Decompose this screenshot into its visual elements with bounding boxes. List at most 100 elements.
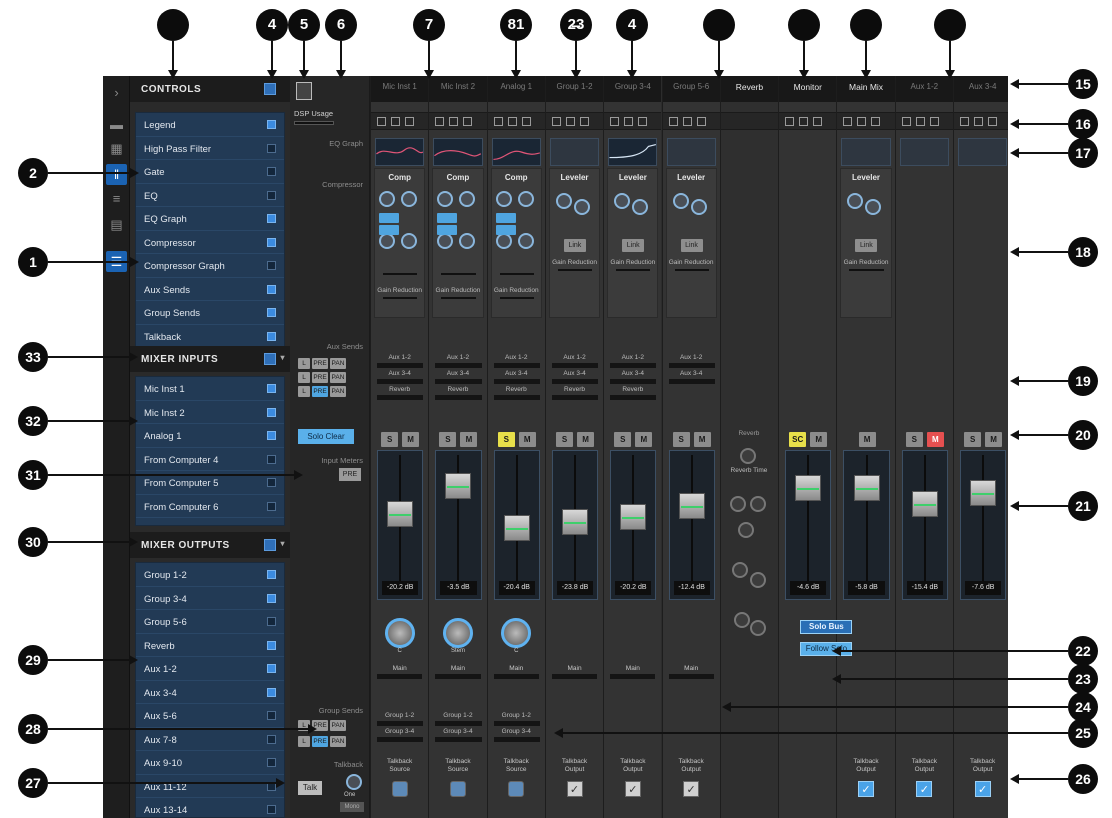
visibility-checkbox[interactable] — [267, 501, 276, 511]
list-item[interactable]: Talkback — [136, 325, 284, 348]
send-pan-button[interactable]: PAN — [330, 358, 346, 369]
mute-button[interactable]: M — [518, 432, 536, 447]
aux-send-level-bar[interactable] — [668, 363, 715, 368]
send-l-button[interactable]: L — [298, 736, 310, 747]
reverb-knob[interactable] — [749, 496, 766, 512]
aux-send-level-bar[interactable] — [493, 395, 540, 400]
solo-clear-button[interactable]: Solo Clear — [298, 429, 354, 444]
send-pre-button[interactable]: PRE — [312, 358, 328, 369]
leveler-knob[interactable] — [672, 193, 689, 209]
bypass-icon[interactable] — [377, 117, 386, 126]
list-item[interactable]: Aux 3-4 — [136, 681, 284, 704]
visibility-checkbox[interactable] — [267, 214, 276, 223]
visibility-checkbox[interactable] — [267, 237, 276, 247]
visibility-checkbox[interactable] — [267, 454, 276, 464]
fader-handle[interactable] — [445, 473, 472, 499]
aux-send-level-bar[interactable] — [610, 379, 657, 384]
eq-graph[interactable] — [899, 138, 949, 166]
visibility-checkbox[interactable] — [267, 640, 276, 650]
visibility-checkbox[interactable] — [267, 261, 276, 270]
visibility-checkbox[interactable] — [267, 711, 276, 720]
solo-button[interactable]: S — [964, 432, 982, 447]
solo-button[interactable]: S — [556, 432, 574, 447]
dynamics-icon[interactable] — [696, 117, 706, 126]
eq-icon[interactable] — [682, 117, 692, 126]
routing-icon[interactable]: ≡ — [106, 188, 127, 209]
comp-knob[interactable] — [437, 233, 454, 249]
solo-button[interactable]: S — [497, 432, 515, 447]
aux-send-level-bar[interactable] — [610, 395, 657, 400]
list-item[interactable]: From Computer 4 — [136, 448, 284, 471]
comp-knob[interactable] — [517, 233, 534, 249]
eq-graph[interactable] — [375, 138, 425, 166]
talk-button[interactable]: Talk — [298, 781, 322, 795]
talkback-checkbox[interactable] — [391, 781, 408, 797]
comp-knob[interactable] — [437, 191, 454, 207]
eq-icon[interactable] — [857, 117, 867, 126]
dynamics-icon[interactable] — [638, 117, 648, 126]
talkback-checkbox[interactable]: ✓ — [858, 781, 875, 797]
visibility-checkbox[interactable] — [267, 284, 276, 294]
send-l-button[interactable]: L — [298, 386, 310, 397]
mute-button[interactable]: M — [402, 432, 420, 447]
mute-button[interactable]: M — [926, 432, 944, 447]
list-item[interactable]: EQ Graph — [136, 207, 284, 231]
channel-name[interactable]: Group 5-6 — [662, 76, 720, 102]
bypass-icon[interactable] — [551, 117, 561, 126]
aux-send-level-bar[interactable] — [493, 379, 540, 384]
aux-send-level-bar[interactable] — [377, 379, 424, 384]
talkback-mono-button[interactable]: Mono — [340, 802, 364, 812]
talkback-checkbox[interactable]: ✓ — [624, 781, 641, 797]
dynamics-icon[interactable] — [463, 117, 473, 126]
list-item[interactable]: Aux 13-14 — [136, 798, 284, 817]
eq-graph[interactable] — [549, 138, 600, 166]
send-pan-button[interactable]: PAN — [330, 372, 346, 383]
visibility-checkbox[interactable] — [267, 525, 276, 526]
aux-send-level-bar[interactable] — [610, 363, 657, 368]
visibility-checkbox[interactable] — [267, 570, 276, 579]
expand-arrow-icon[interactable]: › — [106, 82, 127, 103]
eq-icon[interactable] — [449, 117, 459, 126]
send-pan-button[interactable]: PAN — [330, 386, 346, 397]
leveler-knob[interactable] — [555, 193, 572, 209]
dynamics-icon[interactable] — [871, 117, 881, 126]
comp-knob[interactable] — [495, 191, 512, 207]
leveler-link-button[interactable]: Link — [563, 239, 586, 252]
channel-name[interactable]: Group 1-2 — [545, 76, 604, 102]
mixer-outputs-checkbox[interactable] — [264, 539, 276, 551]
solo-button[interactable]: S — [381, 432, 399, 447]
grid-view-icon[interactable]: ▦ — [106, 138, 127, 159]
dynamics-icon[interactable] — [813, 117, 823, 126]
channel-name[interactable]: Mic Inst 2 — [429, 76, 487, 102]
send-pre-button[interactable]: PRE — [312, 736, 328, 747]
aux-send-level-bar[interactable] — [493, 363, 540, 368]
send-l-button[interactable]: L — [298, 358, 310, 369]
overview-icon[interactable]: ▬ — [106, 114, 127, 135]
fader-handle[interactable] — [678, 493, 705, 519]
send-l-button[interactable]: L — [298, 372, 310, 383]
bypass-icon[interactable] — [843, 117, 853, 126]
mute-button[interactable]: M — [810, 432, 828, 447]
eq-icon[interactable] — [507, 117, 517, 126]
main-assign-bar[interactable] — [493, 674, 539, 679]
list-item[interactable]: Mic Inst 1 — [136, 377, 284, 401]
main-assign-bar[interactable] — [377, 674, 423, 679]
list-item[interactable]: From Computer 7 — [136, 518, 284, 526]
visibility-checkbox[interactable] — [267, 758, 276, 767]
aux-send-level-bar[interactable] — [551, 395, 599, 400]
eq-graph[interactable] — [608, 138, 658, 166]
send-pan-button[interactable]: PAN — [330, 720, 346, 731]
visibility-checkbox[interactable] — [267, 734, 276, 744]
bypass-icon[interactable] — [960, 117, 969, 126]
send-pre-button[interactable]: PRE — [312, 386, 328, 397]
settings-panel-icon[interactable]: ▤ — [106, 214, 127, 235]
reverb-knob[interactable] — [739, 448, 756, 464]
list-item[interactable]: Analog 1 — [136, 424, 284, 448]
eq-graph[interactable] — [666, 138, 716, 166]
fader-handle[interactable] — [620, 504, 647, 530]
eq-graph[interactable] — [958, 138, 1008, 166]
reverb-knob[interactable] — [749, 620, 766, 636]
dynamics-icon[interactable] — [579, 117, 589, 126]
pan-knob[interactable] — [501, 618, 532, 648]
leveler-link-button[interactable]: Link — [680, 239, 703, 252]
